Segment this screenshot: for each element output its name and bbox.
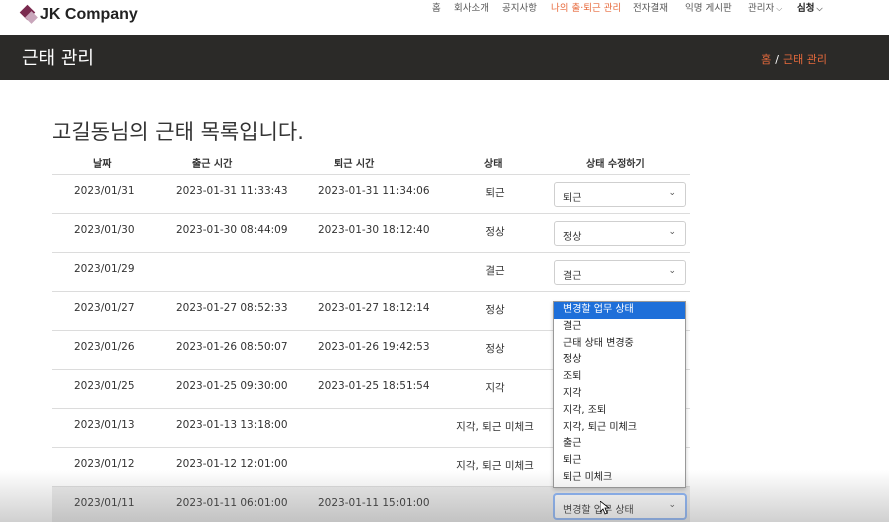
cell-clock-in: 2023-01-12 12:01:00 [176, 458, 288, 470]
status-select[interactable]: 퇴근 ⌄ [554, 182, 686, 207]
nav-attendance[interactable]: 나의 출·퇴근 관리 [551, 0, 621, 14]
chevron-down-icon: ⌵ [816, 4, 823, 13]
table-row: 2023/01/29 결근 결근 ⌄ [52, 252, 690, 291]
header-date: 날짜 [93, 159, 112, 170]
list-heading: 고길동님의 근태 목록입니다. [52, 120, 304, 144]
chevron-down-icon: ⌄ [668, 188, 676, 198]
nav-notice[interactable]: 공지사항 [502, 0, 537, 14]
cell-date: 2023/01/12 [74, 458, 135, 470]
cell-status: 정상 [485, 343, 505, 355]
cell-status: 결근 [485, 265, 505, 277]
table-row: 2023/01/11 2023-01-11 06:01:00 2023-01-1… [52, 486, 690, 522]
nav-admin[interactable]: 관리자 ⌵ [748, 0, 782, 14]
cell-date: 2023/01/26 [74, 341, 135, 353]
cell-clock-in: 2023-01-27 08:52:33 [176, 302, 288, 314]
cell-clock-in: 2023-01-30 08:44:09 [176, 224, 288, 236]
header-status: 상태 [484, 159, 503, 170]
cell-status: 지각 [485, 382, 505, 394]
cell-clock-in: 2023-01-13 13:18:00 [176, 419, 288, 431]
cell-date: 2023/01/29 [74, 263, 135, 275]
dropdown-option[interactable]: 변경할 업무 상태 [554, 302, 685, 319]
cell-clock-out: 2023-01-27 18:12:14 [318, 302, 430, 314]
cell-status: 지각, 퇴근 미체크 [456, 421, 534, 433]
top-navbar: JK Company 홈 회사소개 공지사항 나의 출·퇴근 관리 전자결재 익… [0, 0, 889, 35]
dropdown-option[interactable]: 결근 [554, 319, 685, 336]
dropdown-option[interactable]: 조퇴 [554, 369, 685, 386]
select-value: 퇴근 [563, 193, 582, 204]
breadcrumb-home[interactable]: 홈 [761, 53, 771, 66]
nav-admin-label: 관리자 [748, 3, 775, 14]
select-value: 변경할 업무 상태 [563, 505, 634, 516]
nav-user[interactable]: 심청 ⌵ [797, 0, 823, 14]
chevron-down-icon: ⌵ [776, 4, 783, 13]
table-row: 2023/01/31 2023-01-31 11:33:43 2023-01-3… [52, 174, 690, 213]
cell-clock-out: 2023-01-25 18:51:54 [318, 380, 430, 392]
dropdown-option[interactable]: 지각, 퇴근 미체크 [554, 420, 685, 437]
brand-logo[interactable]: JK Company [19, 4, 138, 26]
cell-status: 퇴근 [485, 187, 505, 199]
select-value: 결근 [563, 271, 582, 282]
cell-clock-out: 2023-01-11 15:01:00 [318, 497, 430, 509]
cell-status: 정상 [485, 226, 505, 238]
cell-date: 2023/01/30 [74, 224, 135, 236]
dropdown-option[interactable]: 정상 [554, 352, 685, 369]
table-row: 2023/01/30 2023-01-30 08:44:09 2023-01-3… [52, 213, 690, 252]
header-clock-out: 퇴근 시간 [334, 159, 375, 170]
brand-name: JK Company [40, 6, 138, 23]
cell-date: 2023/01/11 [74, 497, 135, 509]
status-select[interactable]: 정상 ⌄ [554, 221, 686, 246]
cell-date: 2023/01/31 [74, 185, 135, 197]
chevron-down-icon: ⌄ [668, 227, 676, 237]
logo-icon [19, 4, 38, 26]
cell-clock-in: 2023-01-26 08:50:07 [176, 341, 288, 353]
cell-date: 2023/01/25 [74, 380, 135, 392]
mouse-cursor-icon [600, 501, 610, 515]
breadcrumb-current: 근태 관리 [783, 53, 827, 66]
cell-clock-in: 2023-01-11 06:01:00 [176, 497, 288, 509]
status-dropdown-list: 변경할 업무 상태 결근 근태 상태 변경중 정상 조퇴 지각 지각, 조퇴 지… [553, 301, 686, 488]
cell-clock-out: 2023-01-31 11:34:06 [318, 185, 430, 197]
nav-approval[interactable]: 전자결재 [633, 0, 668, 14]
dropdown-option[interactable]: 지각 [554, 386, 685, 403]
nav-home[interactable]: 홈 [432, 0, 441, 14]
cell-date: 2023/01/27 [74, 302, 135, 314]
dropdown-option[interactable]: 출근 [554, 436, 685, 453]
nav-user-label: 심청 [797, 3, 815, 14]
nav-anonymous-board[interactable]: 익명 게시판 [685, 0, 732, 14]
status-select[interactable]: 결근 ⌄ [554, 260, 686, 285]
header-edit-status: 상태 수정하기 [586, 159, 645, 170]
dropdown-option[interactable]: 퇴근 미체크 [554, 470, 685, 487]
cell-status: 정상 [485, 304, 505, 316]
dropdown-option[interactable]: 지각, 조퇴 [554, 403, 685, 420]
cell-clock-out: 2023-01-30 18:12:40 [318, 224, 430, 236]
chevron-down-icon: ⌄ [668, 500, 676, 510]
cell-clock-in: 2023-01-31 11:33:43 [176, 185, 288, 197]
cell-status: 지각, 퇴근 미체크 [456, 460, 534, 472]
select-value: 정상 [563, 232, 582, 243]
page-title: 근태 관리 [22, 48, 94, 69]
cell-clock-in: 2023-01-25 09:30:00 [176, 380, 288, 392]
header-clock-in: 출근 시간 [192, 159, 233, 170]
cell-date: 2023/01/13 [74, 419, 135, 431]
chevron-down-icon: ⌄ [668, 266, 676, 276]
breadcrumb-separator: / [775, 53, 780, 66]
cell-clock-out: 2023-01-26 19:42:53 [318, 341, 430, 353]
table-header: 날짜 출근 시간 퇴근 시간 상태 상태 수정하기 [52, 150, 690, 174]
dropdown-option[interactable]: 근태 상태 변경중 [554, 336, 685, 353]
page-titlebar: 근태 관리 홈 / 근태 관리 [0, 35, 889, 80]
dropdown-option[interactable]: 퇴근 [554, 453, 685, 470]
breadcrumb: 홈 / 근태 관리 [761, 51, 827, 67]
status-select-open[interactable]: 변경할 업무 상태 ⌄ [554, 494, 686, 519]
nav-about[interactable]: 회사소개 [454, 0, 489, 14]
